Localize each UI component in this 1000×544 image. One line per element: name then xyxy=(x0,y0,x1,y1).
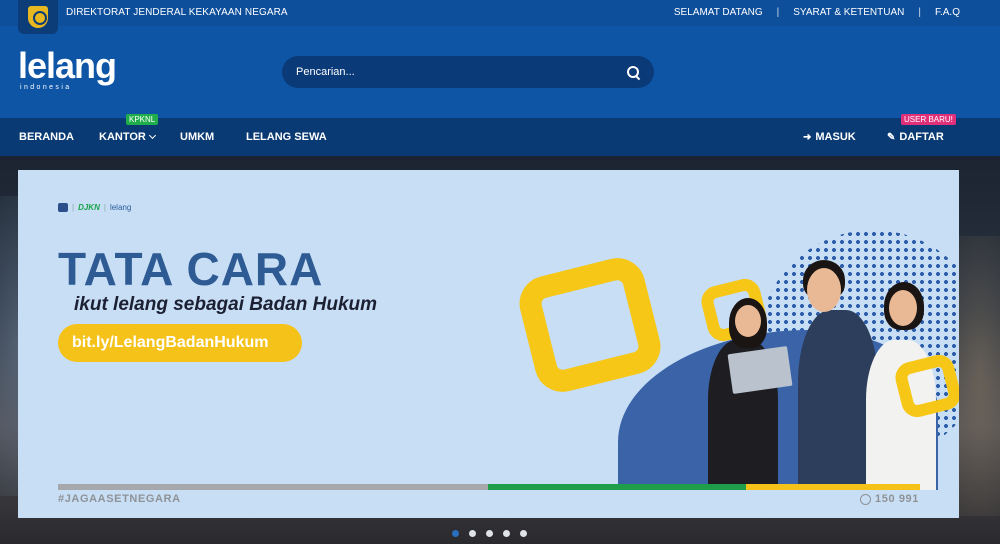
carousel-dot-1[interactable] xyxy=(452,530,459,537)
sign-in-icon: ➜ xyxy=(803,132,812,143)
banner-title: TATA CARA xyxy=(58,243,324,295)
banner-phone-number: 150 991 xyxy=(875,493,919,505)
nav-lelang-sewa[interactable]: LELANG SEWA xyxy=(246,131,327,143)
top-links: SELAMAT DATANG | SYARAT & KETENTUAN | F.… xyxy=(674,7,960,18)
yellow-square-shape xyxy=(513,252,667,398)
carousel-slide-banner[interactable]: | DJKN | lelang TATA CARA ikut lelang se… xyxy=(18,170,959,518)
search-bar[interactable]: Pencarian... xyxy=(282,56,654,88)
nav-masuk-label: MASUK xyxy=(815,131,856,143)
carousel-dot-2[interactable] xyxy=(469,530,476,537)
link-faq[interactable]: F.A.Q xyxy=(935,7,960,18)
banner-color-bar xyxy=(58,484,920,490)
top-bar: DIREKTORAT JENDERAL KEKAYAAN NEGARA SELA… xyxy=(0,0,1000,34)
search-icon[interactable] xyxy=(627,65,640,79)
djkn-logo: DJKN xyxy=(78,203,100,212)
chevron-down-icon xyxy=(148,131,156,140)
banner-phone: 150 991 xyxy=(860,493,919,505)
nav-umkm[interactable]: UMKM xyxy=(180,131,214,143)
nav-kantor[interactable]: KANTOR xyxy=(99,131,156,143)
carousel-indicators xyxy=(452,530,527,537)
nav-daftar[interactable]: ✎ DAFTAR xyxy=(887,131,944,143)
kemenkeu-mini-icon xyxy=(58,203,68,212)
edit-icon: ✎ xyxy=(887,132,896,143)
main-nav: BERANDA KPKNL KANTOR UMKM LELANG SEWA ➜ M… xyxy=(0,114,1000,156)
kemenkeu-emblem-icon[interactable] xyxy=(18,0,58,34)
nav-daftar-label: DAFTAR xyxy=(899,131,944,143)
nav-beranda[interactable]: BERANDA xyxy=(19,131,74,143)
org-name: DIREKTORAT JENDERAL KEKAYAAN NEGARA xyxy=(66,7,288,18)
user-baru-badge: USER BARU! xyxy=(901,114,956,125)
link-selamat-datang[interactable]: SELAMAT DATANG xyxy=(674,7,763,18)
nav-masuk[interactable]: ➜ MASUK xyxy=(803,131,856,143)
kpknl-badge: KPKNL xyxy=(126,114,159,125)
banner-subtitle: ikut lelang sebagai Badan Hukum xyxy=(74,294,378,315)
lelang-mini-logo: lelang xyxy=(109,203,132,212)
site-header: lelang indonesia Pencarian... xyxy=(0,26,1000,118)
lelang-logo[interactable]: lelang indonesia xyxy=(18,45,117,92)
link-syarat-ketentuan[interactable]: SYARAT & KETENTUAN xyxy=(793,7,904,18)
phone-icon xyxy=(860,493,872,505)
banner-brand: | DJKN | lelang xyxy=(58,203,131,212)
logo-word: lelang xyxy=(18,45,117,86)
divider: | xyxy=(776,7,780,18)
laptop-icon xyxy=(727,346,793,394)
nav-kantor-label: KANTOR xyxy=(99,131,146,143)
search-input[interactable]: Pencarian... xyxy=(296,66,627,78)
banner-cta-link[interactable]: bit.ly/LelangBadanHukum xyxy=(58,324,302,362)
carousel-dot-4[interactable] xyxy=(503,530,510,537)
carousel-dot-5[interactable] xyxy=(520,530,527,537)
banner-hashtag: #JAGAASETNEGARA xyxy=(58,493,181,505)
carousel-dot-3[interactable] xyxy=(486,530,493,537)
divider: | xyxy=(918,7,921,18)
